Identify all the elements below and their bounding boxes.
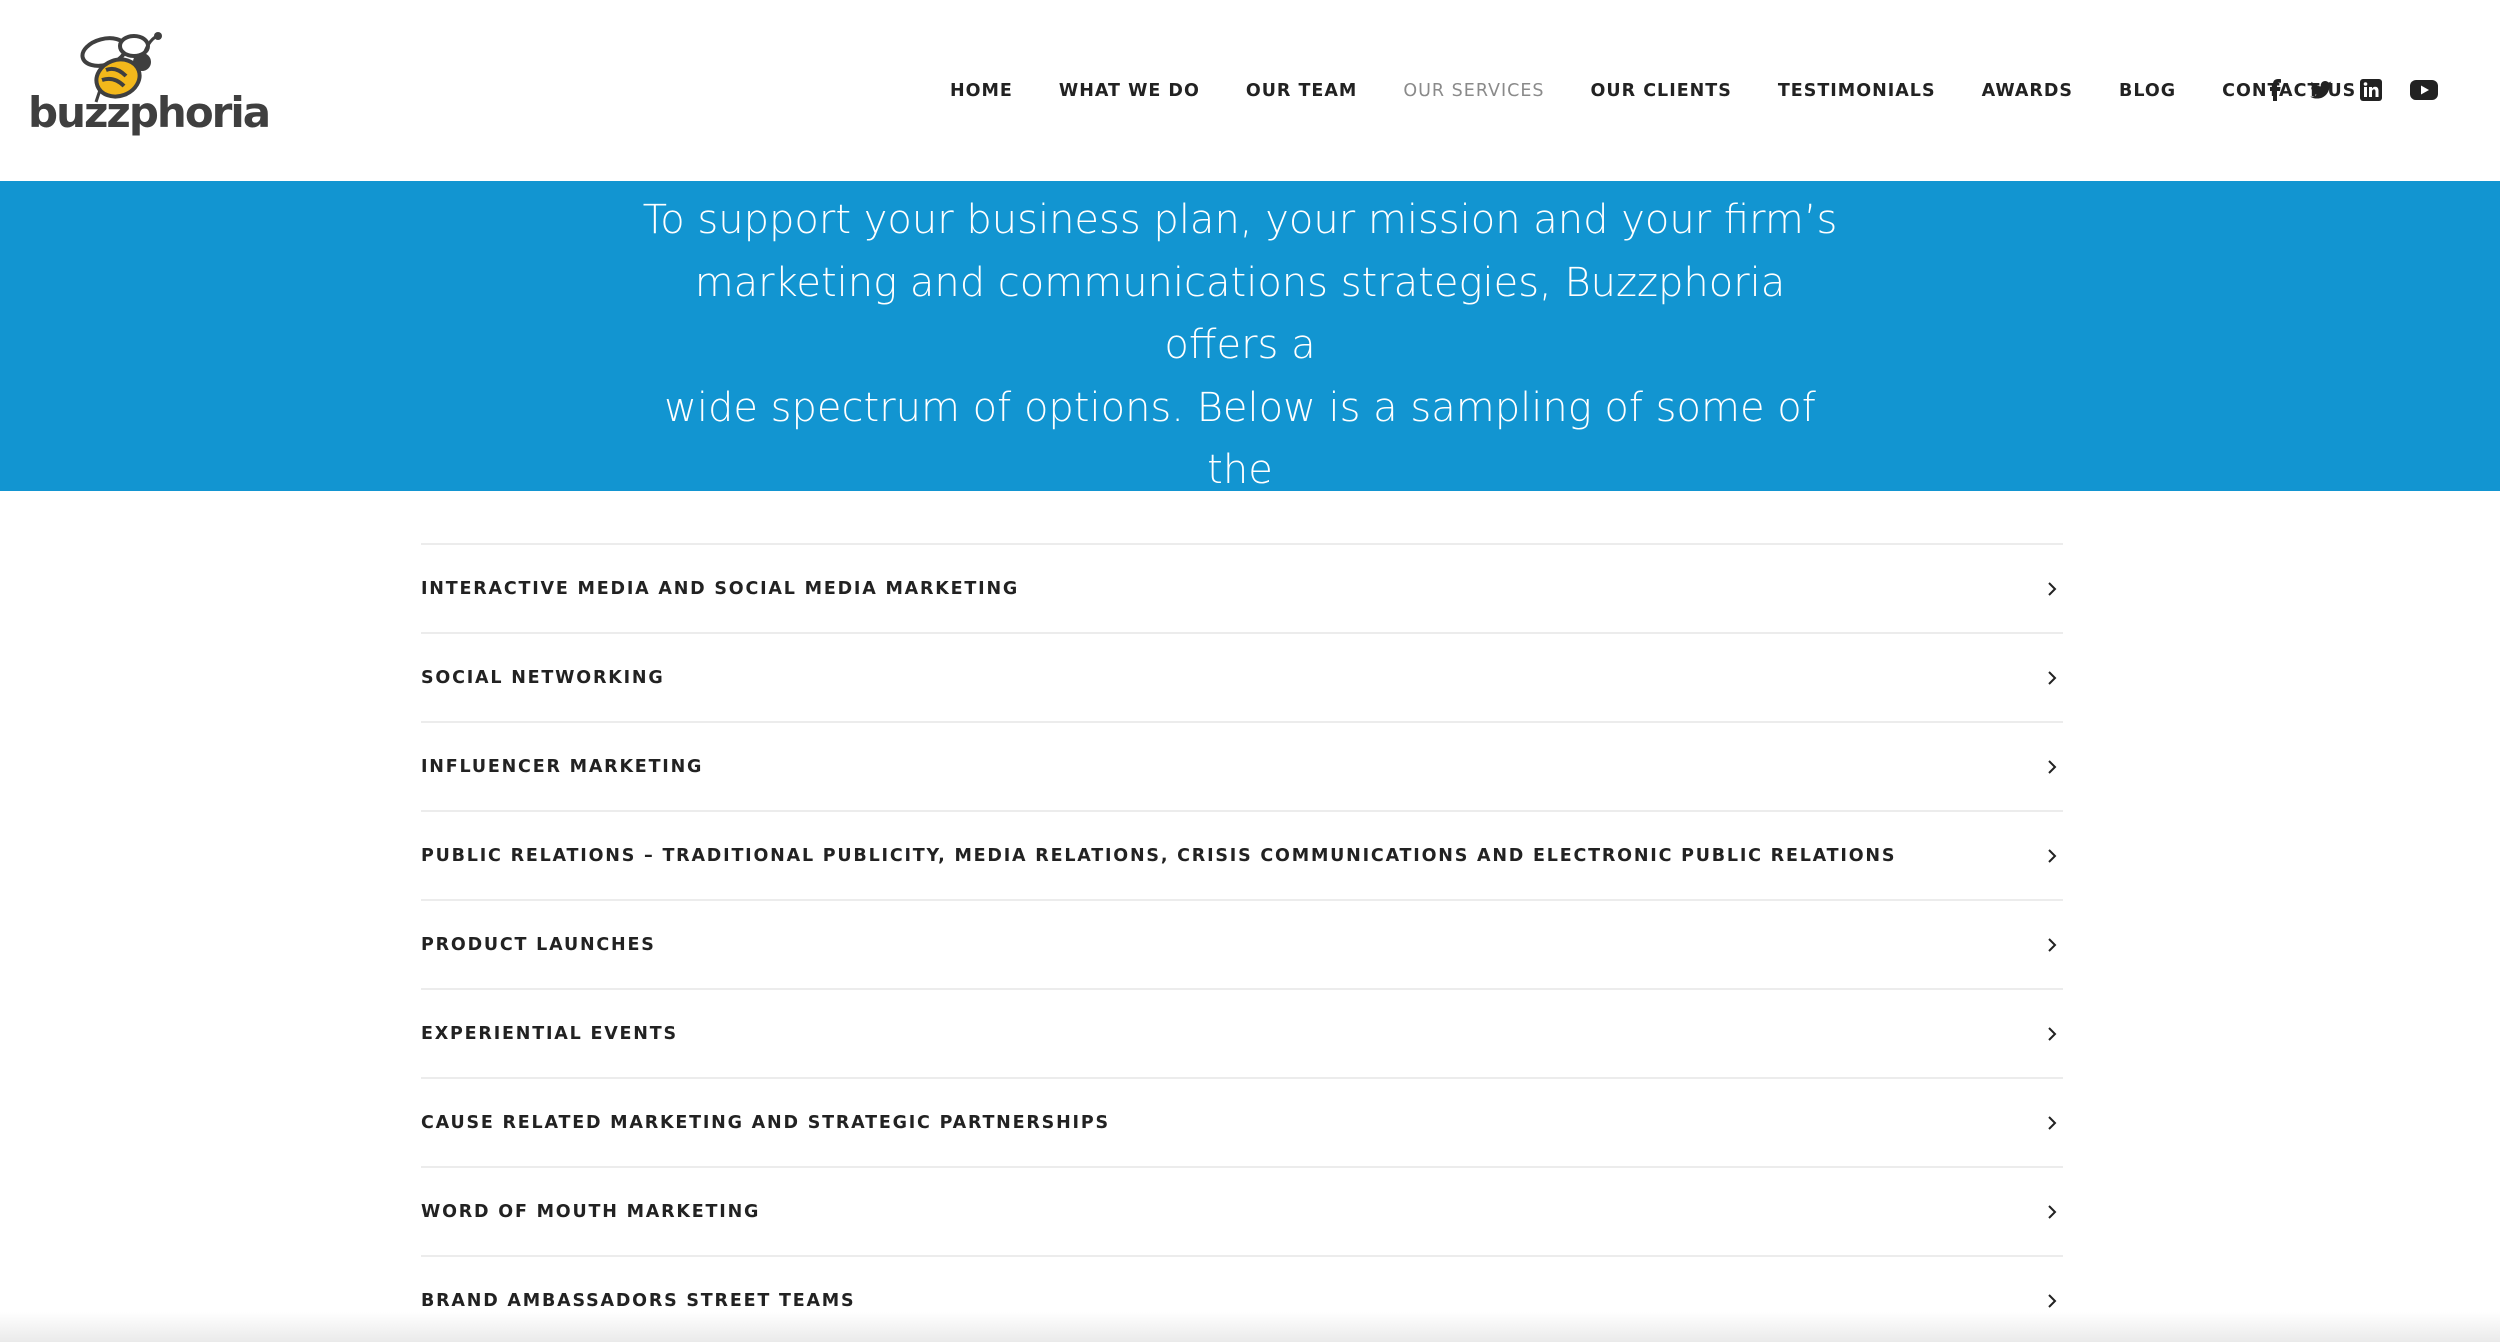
accordion-item-label: EXPERIENTIAL EVENTS [421,1023,678,1044]
services-intro-banner: To support your business plan, your miss… [0,181,2500,556]
chevron-right-icon [2048,581,2057,596]
accordion-item-label: WORD OF MOUTH MARKETING [421,1201,761,1222]
accordion-item-product-launches[interactable]: PRODUCT LAUNCHES [421,899,2063,988]
facebook-icon[interactable] [2268,79,2282,101]
site-header: buzzphoria HOME WHAT WE DO OUR TEAM OUR … [0,0,2500,181]
chevron-right-icon [2048,1115,2057,1130]
nav-item-testimonials[interactable]: TESTIMONIALS [1778,81,1936,101]
linkedin-icon[interactable] [2360,79,2382,101]
accordion-item-label: PRODUCT LAUNCHES [421,934,656,955]
accordion-item-cause-related-marketing[interactable]: CAUSE RELATED MARKETING AND STRATEGIC PA… [421,1077,2063,1166]
chevron-right-icon [2048,848,2057,863]
social-links [2268,74,2438,106]
chevron-right-icon [2048,937,2057,952]
accordion-item-word-of-mouth-marketing[interactable]: WORD OF MOUTH MARKETING [421,1166,2063,1255]
nav-item-home[interactable]: HOME [950,81,1013,101]
intro-line: wide spectrum of options. Below is a sam… [664,384,1816,494]
chevron-right-icon [2048,670,2057,685]
youtube-icon[interactable] [2410,80,2438,100]
intro-line: To support your business plan, your miss… [642,197,1838,243]
nav-item-our-clients[interactable]: OUR CLIENTS [1591,81,1732,101]
nav-item-blog[interactable]: BLOG [2119,81,2176,101]
chevron-right-icon [2048,1026,2057,1041]
accordion-item-experiential-events[interactable]: EXPERIENTIAL EVENTS [421,988,2063,1077]
nav-item-what-we-do[interactable]: WHAT WE DO [1059,81,1200,101]
accordion-item-label: PUBLIC RELATIONS – TRADITIONAL PUBLICITY… [421,845,1897,866]
accordion-item-label: INFLUENCER MARKETING [421,756,704,777]
logo-wordmark: buzzphoria [28,88,271,137]
accordion-item-public-relations[interactable]: PUBLIC RELATIONS – TRADITIONAL PUBLICITY… [421,810,2063,899]
accordion-item-label: BRAND AMBASSADORS STREET TEAMS [421,1290,856,1311]
accordion-item-influencer-marketing[interactable]: INFLUENCER MARKETING [421,721,2063,810]
services-accordion: INTERACTIVE MEDIA AND SOCIAL MEDIA MARKE… [421,543,2063,1344]
accordion-item-label: CAUSE RELATED MARKETING AND STRATEGIC PA… [421,1112,1110,1133]
nav-item-our-team[interactable]: OUR TEAM [1246,81,1358,101]
intro-line: marketing and communications strategies,… [694,259,1786,369]
accordion-item-label: INTERACTIVE MEDIA AND SOCIAL MEDIA MARKE… [421,578,1020,599]
nav-item-our-services[interactable]: OUR SERVICES [1403,81,1544,101]
accordion-item-social-media-marketing[interactable]: INTERACTIVE MEDIA AND SOCIAL MEDIA MARKE… [421,543,2063,632]
main-nav: HOME WHAT WE DO OUR TEAM OUR SERVICES OU… [950,78,2356,104]
chevron-right-icon [2048,1293,2057,1308]
buzzphoria-logo[interactable]: buzzphoria [26,30,271,142]
accordion-item-social-networking[interactable]: SOCIAL NETWORKING [421,632,2063,721]
nav-item-awards[interactable]: AWARDS [1982,81,2073,101]
twitter-icon[interactable] [2310,81,2332,99]
intro-text: To support your business plan, your miss… [640,189,1840,564]
accordion-item-label: SOCIAL NETWORKING [421,667,665,688]
chevron-right-icon [2048,1204,2057,1219]
chevron-right-icon [2048,759,2057,774]
scroll-fade [0,1312,2500,1342]
